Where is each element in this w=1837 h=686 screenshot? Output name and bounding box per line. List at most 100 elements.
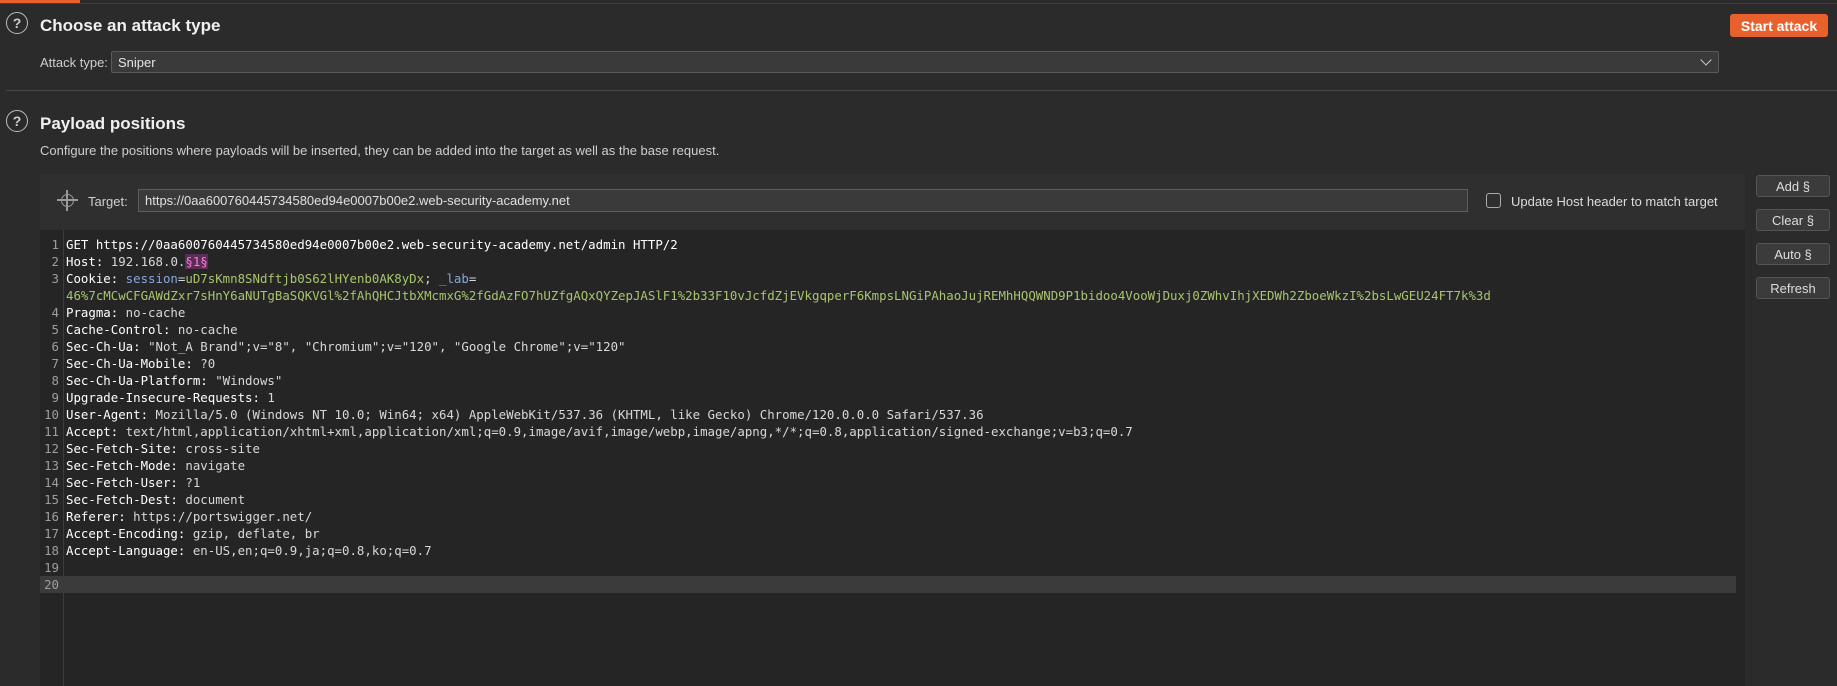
- crosshair-icon: [57, 190, 78, 211]
- line-text: Sec-Fetch-Site: cross-site: [66, 440, 260, 457]
- token: 46%7cMCwCFGAWdZxr7sHnY6aNUTgBaSQKVGl%2fA…: [66, 288, 1491, 303]
- token: User-Agent:: [66, 407, 149, 422]
- line-text: User-Agent: Mozilla/5.0 (Windows NT 10.0…: [66, 406, 984, 423]
- token: Upgrade-Insecure-Requests:: [66, 390, 260, 405]
- line-number: 1: [51, 237, 59, 252]
- line-number: 12: [44, 441, 59, 456]
- line-number: 14: [44, 475, 59, 490]
- line-number: 5: [51, 322, 59, 337]
- help-circle-icon[interactable]: ?: [6, 12, 28, 34]
- request-line[interactable]: 46%7cMCwCFGAWdZxr7sHnY6aNUTgBaSQKVGl%2fA…: [40, 287, 1736, 304]
- request-line[interactable]: 14 Sec-Fetch-User: ?1: [40, 474, 1736, 491]
- token: "Not_A Brand";v="8", "Chromium";v="120",…: [140, 339, 626, 354]
- token: ?0: [192, 356, 216, 371]
- line-number: 17: [44, 526, 59, 541]
- chevron-down-icon: [1700, 54, 1712, 66]
- target-label: Target:: [88, 194, 128, 209]
- request-editor[interactable]: 1 GET https://0aa600760445734580ed94e0007…: [40, 230, 1745, 686]
- request-line[interactable]: 16 Referer: https://portswigger.net/: [40, 508, 1736, 525]
- request-line[interactable]: 8 Sec-Ch-Ua-Platform: "Windows": [40, 372, 1736, 389]
- token: cross-site: [177, 441, 260, 456]
- line-text: Sec-Ch-Ua: "Not_A Brand";v="8", "Chromiu…: [66, 338, 626, 355]
- request-line[interactable]: 3 Cookie: session = uD7sKmn8SNdftjb0S62lHYe…: [40, 270, 1736, 287]
- request-editor-panel: Target: Update Host header to match targ…: [40, 174, 1745, 686]
- line-number: 6: [51, 339, 59, 354]
- attack-type-select[interactable]: Sniper: [111, 51, 1719, 73]
- attack-type-section-title: Choose an attack type: [40, 16, 221, 35]
- token: Cache-Control:: [66, 322, 171, 337]
- token: navigate: [177, 458, 246, 473]
- target-row: Target: Update Host header to match targ…: [40, 174, 1745, 230]
- request-line[interactable]: 4 Pragma: no-cache: [40, 304, 1736, 321]
- request-line[interactable]: 1 GET https://0aa600760445734580ed94e0007…: [40, 236, 1736, 253]
- request-line[interactable]: 13 Sec-Fetch-Mode: navigate: [40, 457, 1736, 474]
- request-line[interactable]: 12 Sec-Fetch-Site: cross-site: [40, 440, 1736, 457]
- request-line[interactable]: 9 Upgrade-Insecure-Requests: 1: [40, 389, 1736, 406]
- line-number: 2: [51, 254, 59, 269]
- line-text: Pragma: no-cache: [66, 304, 185, 321]
- token: Accept:: [66, 424, 119, 439]
- token: Sec-Ch-Ua-Mobile:: [66, 356, 193, 371]
- line-number: 11: [44, 424, 59, 439]
- target-input[interactable]: [138, 189, 1468, 212]
- request-line[interactable]: 7 Sec-Ch-Ua-Mobile: ?0: [40, 355, 1736, 372]
- update-host-checkbox[interactable]: [1486, 193, 1501, 208]
- line-number: 7: [51, 356, 59, 371]
- start-attack-button[interactable]: Start attack: [1730, 14, 1828, 37]
- token: ?1: [177, 475, 201, 490]
- line-number: 20: [44, 577, 59, 592]
- line-text: Accept: text/html,application/xhtml+xml,…: [66, 423, 1133, 440]
- clear-markers-button[interactable]: Clear §: [1756, 209, 1830, 231]
- request-line[interactable]: 5 Cache-Control: no-cache: [40, 321, 1736, 338]
- request-line[interactable]: 11 Accept: text/html,application/xhtml+xm…: [40, 423, 1736, 440]
- request-line[interactable]: 2 Host: 192.168.0.§1§: [40, 253, 1736, 270]
- line-number: 4: [51, 305, 59, 320]
- line-text: Cache-Control: no-cache: [66, 321, 238, 338]
- line-number: 16: [44, 509, 59, 524]
- auto-markers-button[interactable]: Auto §: [1756, 243, 1830, 265]
- line-text: Accept-Encoding: gzip, deflate, br: [66, 525, 320, 542]
- line-number: 18: [44, 543, 59, 558]
- token: 192.168.0.: [103, 254, 186, 269]
- token: _lab: [439, 271, 469, 286]
- token: https://portswigger.net/: [125, 509, 313, 524]
- token: Sec-Fetch-Site:: [66, 441, 178, 456]
- top-border: [0, 3, 1837, 4]
- request-line[interactable]: 20: [40, 576, 1736, 593]
- token: no-cache: [170, 322, 238, 337]
- token: 1: [259, 390, 275, 405]
- payload-positions-title: Payload positions: [40, 114, 186, 133]
- attack-type-value: Sniper: [118, 55, 156, 70]
- payload-marker: §1§: [185, 254, 208, 269]
- line-text: Host: 192.168.0.§1§: [66, 253, 208, 270]
- token: Sec-Ch-Ua-Platform:: [66, 373, 208, 388]
- help-circle-icon[interactable]: ?: [6, 110, 28, 132]
- token: Cookie:: [66, 271, 119, 286]
- token: Mozilla/5.0 (Windows NT 10.0; Win64; x64…: [148, 407, 984, 422]
- request-line[interactable]: 19: [40, 559, 1736, 576]
- token: Referer:: [66, 509, 126, 524]
- token: uD7sKmn8SNdftjb0S62lHYenb0AK8yDx: [185, 271, 425, 286]
- request-line[interactable]: 6 Sec-Ch-Ua: "Not_A Brand";v="8", "Chromi…: [40, 338, 1736, 355]
- line-text: Upgrade-Insecure-Requests: 1: [66, 389, 275, 406]
- token: session: [118, 271, 178, 286]
- token: =: [468, 271, 477, 286]
- line-text: Accept-Language: en-US,en;q=0.9,ja;q=0.8…: [66, 542, 432, 559]
- request-line[interactable]: 18 Accept-Language: en-US,en;q=0.9,ja;q=0…: [40, 542, 1736, 559]
- section-divider: [6, 90, 1837, 91]
- line-number: 3: [51, 271, 59, 286]
- request-line[interactable]: 15 Sec-Fetch-Dest: document: [40, 491, 1736, 508]
- token: en-US,en;q=0.9,ja;q=0.8,ko;q=0.7: [185, 543, 432, 558]
- token: GET https://0aa600760445734580ed94e0007b…: [66, 237, 678, 252]
- line-text: Sec-Ch-Ua-Platform: "Windows": [66, 372, 282, 389]
- token: Sec-Ch-Ua:: [66, 339, 141, 354]
- token: "Windows": [207, 373, 283, 388]
- add-marker-button[interactable]: Add §: [1756, 175, 1830, 197]
- request-line[interactable]: 17 Accept-Encoding: gzip, deflate, br: [40, 525, 1736, 542]
- refresh-button[interactable]: Refresh: [1756, 277, 1830, 299]
- token: no-cache: [118, 305, 186, 320]
- attack-type-label: Attack type:: [40, 55, 108, 70]
- line-text: Cookie: session = uD7sKmn8SNdftjb0S62lHYen…: [66, 270, 476, 287]
- request-line[interactable]: 10 User-Agent: Mozilla/5.0 (Windows NT 10…: [40, 406, 1736, 423]
- line-number: 19: [44, 560, 59, 575]
